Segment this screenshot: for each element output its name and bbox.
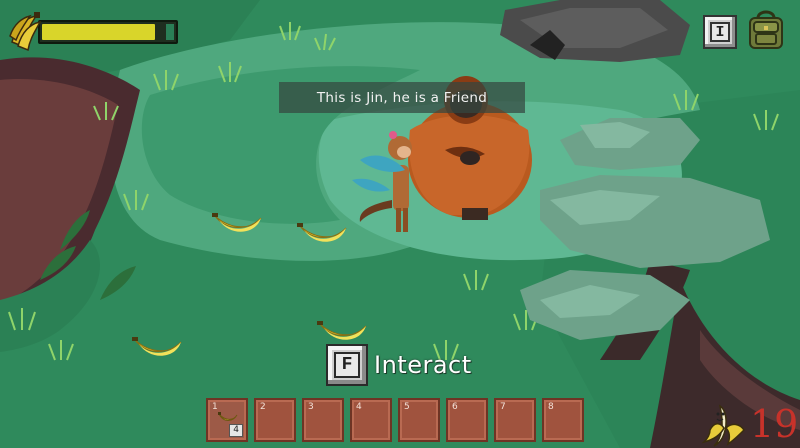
npc-dialog-text: This is Jin, he is a Friend xyxy=(316,89,488,106)
energy-bar xyxy=(38,20,178,44)
banana-count: 19 xyxy=(750,402,799,446)
hotbar-slot-7[interactable]: 7 xyxy=(494,398,536,442)
banana-peeled-icon xyxy=(701,404,745,447)
slot-number: 4 xyxy=(356,402,362,412)
energy-bar-fill xyxy=(42,24,155,40)
interact-prompt[interactable]: F Interact xyxy=(326,344,472,386)
inventory-key-button[interactable]: I xyxy=(703,15,737,49)
interact-key-button[interactable]: F xyxy=(326,344,368,386)
hotbar-slot-6[interactable]: 6 xyxy=(446,398,488,442)
hotbar-slot-1[interactable]: 1 4 xyxy=(206,398,248,442)
slot-item-count: 4 xyxy=(229,424,243,437)
slot-number: 5 xyxy=(404,402,410,412)
slot-number: 7 xyxy=(500,402,506,412)
hotbar-slot-4[interactable]: 4 xyxy=(350,398,392,442)
hotbar-slot-2[interactable]: 2 xyxy=(254,398,296,442)
banana-counter: 19 xyxy=(700,400,798,448)
interact-label: Interact xyxy=(374,351,472,379)
backpack-icon[interactable] xyxy=(744,8,788,52)
hotbar-slot-8[interactable]: 8 xyxy=(542,398,584,442)
npc-dialog-box: This is Jin, he is a Friend xyxy=(279,82,525,113)
hotbar-slot-5[interactable]: 5 xyxy=(398,398,440,442)
slot-number: 8 xyxy=(548,402,554,412)
inventory-key-label: I xyxy=(710,22,730,42)
slot-number: 6 xyxy=(452,402,458,412)
hotbar: 1 4 2 3 4 5 6 7 8 xyxy=(206,398,584,442)
banana-bunch-icon xyxy=(9,12,42,52)
energy-bar-cap xyxy=(166,24,174,40)
slot-number: 1 xyxy=(212,402,218,412)
slot-number: 2 xyxy=(260,402,266,412)
interact-key-label: F xyxy=(334,352,360,378)
slot-number: 3 xyxy=(308,402,314,412)
hotbar-slot-3[interactable]: 3 xyxy=(302,398,344,442)
